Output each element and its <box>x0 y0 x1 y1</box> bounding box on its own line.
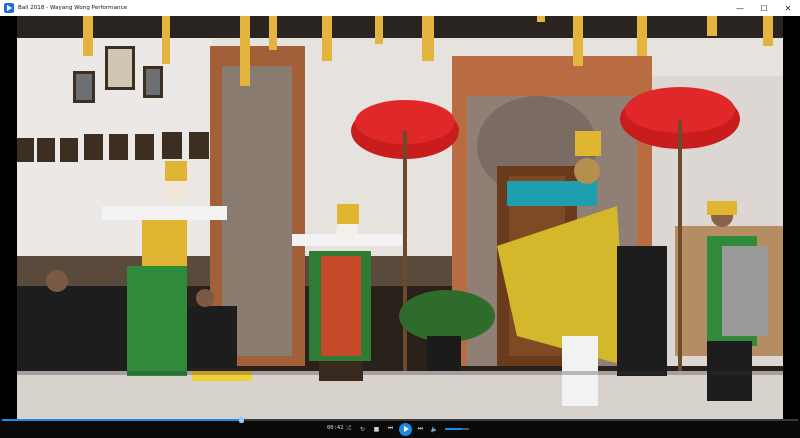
maximize-button[interactable]: ☐ <box>752 0 776 16</box>
media-player-icon <box>4 3 14 13</box>
elapsed-time: 00:42 <box>327 425 344 431</box>
window-controls: — ☐ ✕ <box>728 0 800 16</box>
volume-level <box>445 428 462 430</box>
repeat-icon[interactable]: ↻ <box>357 424 368 435</box>
video-frame[interactable] <box>17 16 783 419</box>
previous-icon[interactable]: ⏮ <box>385 424 396 435</box>
close-button[interactable]: ✕ <box>776 0 800 16</box>
play-button[interactable] <box>399 422 412 436</box>
minimize-button[interactable]: — <box>728 0 752 16</box>
transport-controls: ⤮ ↻ ■ ⏮ ⏭ 🔈 <box>343 422 469 436</box>
stop-icon[interactable]: ■ <box>371 424 382 435</box>
volume-slider[interactable] <box>445 428 469 430</box>
title-bar: Bali 2018 - Wayang Wong Performance — ☐ … <box>0 0 800 16</box>
seek-handle[interactable] <box>238 417 244 423</box>
seek-progress <box>2 419 241 421</box>
next-icon[interactable]: ⏭ <box>415 424 426 435</box>
media-player-window: Bali 2018 - Wayang Wong Performance — ☐ … <box>0 0 800 438</box>
window-title: Bali 2018 - Wayang Wong Performance <box>18 5 128 11</box>
player-controls: 00:42 ⤮ ↻ ■ ⏮ ⏭ 🔈 <box>0 417 800 438</box>
volume-icon[interactable]: 🔈 <box>429 424 440 435</box>
shuffle-icon[interactable]: ⤮ <box>343 424 354 435</box>
video-scene <box>17 16 783 419</box>
seek-bar[interactable] <box>2 417 798 423</box>
stage-floor <box>17 371 783 419</box>
